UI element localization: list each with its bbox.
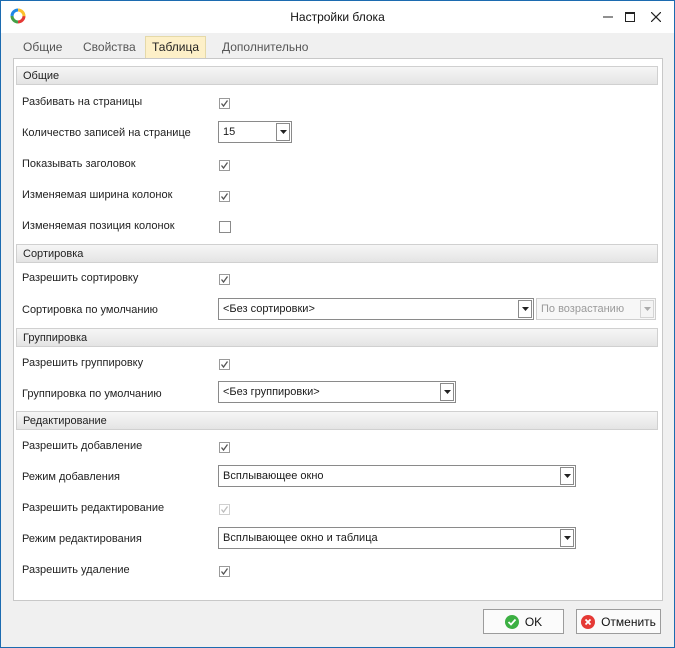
checkmark-icon (220, 361, 229, 369)
allow-add-label: Разрешить добавление (22, 440, 143, 452)
close-button[interactable] (643, 6, 669, 28)
edit-mode-label: Режим редактирования (22, 533, 142, 545)
cancel-label: Отменить (601, 614, 656, 629)
show-header-checkbox[interactable] (219, 160, 230, 171)
section-grouping: Группировка (16, 328, 658, 347)
ok-button[interactable]: OK (483, 609, 564, 634)
allow-edit-checkbox (219, 504, 230, 515)
default-group-value: <Без группировки> (223, 386, 320, 398)
add-mode-label: Режим добавления (22, 471, 120, 483)
edit-mode-value: Всплывающее окно и таблица (223, 532, 378, 544)
add-mode-select[interactable]: Всплывающее окно (218, 465, 576, 487)
allow-grouping-checkbox[interactable] (219, 359, 230, 370)
records-per-page-value: 15 (223, 126, 236, 138)
tab-bar: Общие Свойства Таблица Дополнительно (12, 34, 662, 58)
settings-dialog: Настройки блока Общие Свойства Таблица Д… (0, 0, 675, 648)
checkmark-icon (220, 506, 229, 514)
allow-delete-checkbox[interactable] (219, 566, 230, 577)
add-mode-value: Всплывающее окно (223, 470, 324, 482)
allow-add-checkbox[interactable] (219, 442, 230, 453)
records-per-page-select[interactable]: 15 (218, 121, 292, 143)
tab-general[interactable]: Общие (17, 37, 68, 58)
default-sort-value: <Без сортировки> (223, 303, 315, 315)
checkmark-icon (220, 568, 229, 576)
tab-additional[interactable]: Дополнительно (216, 37, 314, 58)
title-bar: Настройки блока (1, 1, 674, 33)
dropdown-arrow-icon (640, 300, 654, 318)
resizable-columns-label: Изменяемая ширина колонок (22, 189, 173, 201)
allow-delete-label: Разрешить удаление (22, 564, 130, 576)
checkmark-icon (220, 276, 229, 284)
default-group-label: Группировка по умолчанию (22, 388, 162, 400)
minimize-icon (603, 16, 613, 18)
tab-properties[interactable]: Свойства (77, 37, 142, 58)
paging-label: Разбивать на страницы (22, 96, 143, 108)
allow-sorting-checkbox[interactable] (219, 274, 230, 285)
records-per-page-label: Количество записей на странице (22, 127, 191, 139)
table-settings-panel: Общие Разбивать на страницы Количество з… (13, 58, 663, 601)
movable-columns-checkbox[interactable] (219, 221, 231, 233)
show-header-label: Показывать заголовок (22, 158, 136, 170)
default-sort-select[interactable]: <Без сортировки> (218, 298, 534, 320)
section-sorting: Сортировка (16, 244, 658, 263)
edit-mode-select[interactable]: Всплывающее окно и таблица (218, 527, 576, 549)
sort-direction-value: По возрастанию (541, 303, 625, 315)
checkmark-icon (220, 193, 229, 201)
sort-direction-select: По возрастанию (536, 298, 656, 320)
dropdown-arrow-icon[interactable] (560, 467, 574, 485)
resizable-columns-checkbox[interactable] (219, 191, 230, 202)
window-title: Настройки блока (290, 10, 385, 24)
checkmark-icon (220, 444, 229, 452)
dropdown-arrow-icon[interactable] (560, 529, 574, 547)
maximize-icon (625, 12, 635, 22)
tab-table[interactable]: Таблица (145, 36, 207, 58)
default-sort-label: Сортировка по умолчанию (22, 304, 158, 316)
close-icon (651, 12, 661, 22)
maximize-button[interactable] (617, 6, 643, 28)
section-general: Общие (16, 66, 658, 85)
allow-edit-label: Разрешить редактирование (22, 502, 165, 514)
cancel-circle-icon (581, 614, 596, 629)
allow-grouping-label: Разрешить группировку (22, 357, 144, 369)
dropdown-arrow-icon[interactable] (276, 123, 290, 141)
dropdown-arrow-icon[interactable] (518, 300, 532, 318)
movable-columns-label: Изменяемая позиция колонок (22, 220, 175, 232)
checkmark-icon (220, 100, 229, 108)
default-group-select[interactable]: <Без группировки> (218, 381, 456, 403)
ok-label: OK (524, 614, 543, 629)
dropdown-arrow-icon[interactable] (440, 383, 454, 401)
paging-checkbox[interactable] (219, 98, 230, 109)
checkmark-icon (220, 162, 229, 170)
cancel-button[interactable]: Отменить (576, 609, 661, 634)
check-circle-icon (504, 614, 519, 629)
allow-sorting-label: Разрешить сортировку (22, 272, 139, 284)
section-editing: Редактирование (16, 411, 658, 430)
